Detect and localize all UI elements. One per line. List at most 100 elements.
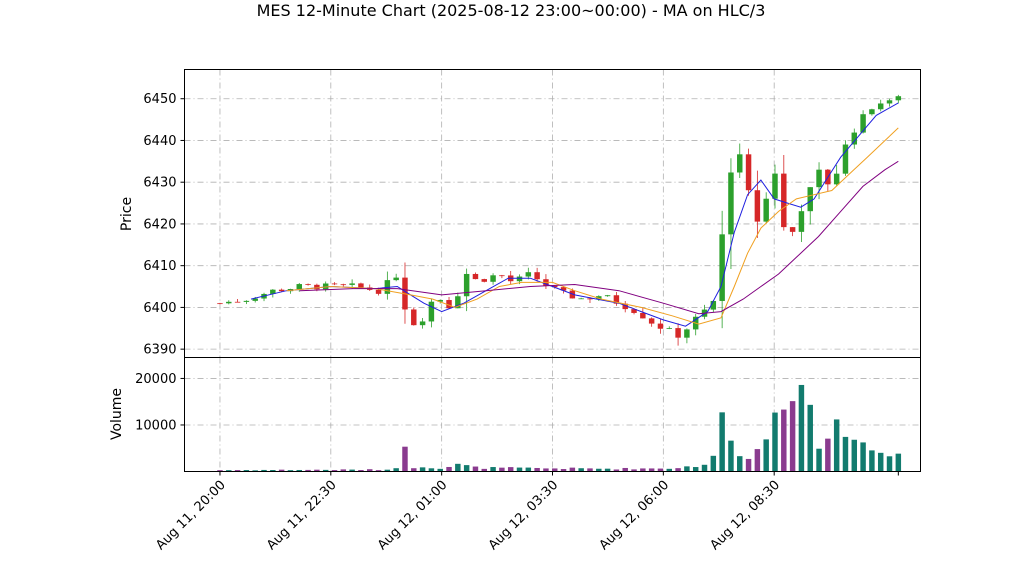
candle-body xyxy=(217,303,223,305)
candle-body xyxy=(895,96,902,101)
candle-body xyxy=(684,329,690,338)
candle-body xyxy=(728,172,734,235)
volume-bar xyxy=(860,442,866,472)
volume-bar xyxy=(816,448,822,472)
price-tick-label: 6450 xyxy=(143,92,176,107)
candle-body xyxy=(358,283,364,288)
volume-bar xyxy=(833,419,840,472)
volume-bar xyxy=(886,456,893,472)
candle-body xyxy=(331,283,338,285)
candle-body xyxy=(719,234,725,301)
volume-bar xyxy=(534,467,540,472)
candle-body xyxy=(754,190,761,222)
price-tick-label: 6440 xyxy=(143,134,176,149)
candle-body xyxy=(499,275,505,277)
volume-bar xyxy=(472,466,479,472)
volume-tick-label: 20000 xyxy=(135,372,176,387)
price-tick-label: 6420 xyxy=(143,217,176,232)
candle-body xyxy=(419,321,426,326)
candle-body xyxy=(877,103,884,110)
volume-bar xyxy=(455,463,461,472)
candle-body xyxy=(772,173,778,199)
volume-bar xyxy=(525,467,532,472)
volume-bar xyxy=(772,412,778,472)
candle-body xyxy=(481,279,487,282)
candle-body xyxy=(243,300,250,302)
candle-body xyxy=(226,301,232,304)
volume-bar xyxy=(842,436,849,472)
volume-axis-label: Volume xyxy=(109,388,125,440)
price-axis-label: Price xyxy=(119,197,135,231)
candle-body xyxy=(675,328,681,338)
x-tick-label: Aug 12, 08:30 xyxy=(707,478,783,554)
volume-bar xyxy=(419,467,426,472)
x-axis-ticks: Aug 11, 20:00 Aug 11, 22:30 Aug 12, 01:00 A… xyxy=(153,471,899,554)
volume-bar xyxy=(728,440,734,472)
volume-bar xyxy=(851,439,858,472)
volume-bar xyxy=(684,466,690,472)
candle-body xyxy=(314,284,320,290)
volume-bar xyxy=(877,452,884,472)
price-tick-label: 6430 xyxy=(143,176,176,191)
volume-bar xyxy=(516,467,523,472)
candle-body xyxy=(798,211,805,232)
x-tick-label: Aug 12, 06:00 xyxy=(597,478,673,554)
candle-body xyxy=(349,283,355,285)
volume-bars xyxy=(217,384,902,472)
volume-y-axis-ticks: 10000 20000 xyxy=(135,372,185,433)
volume-tick-label: 10000 xyxy=(135,418,176,433)
candle-body xyxy=(648,318,655,324)
candle-body xyxy=(789,227,796,232)
x-tick-label: Aug 12, 03:30 xyxy=(486,478,562,554)
volume-bar xyxy=(499,467,505,472)
candle-body xyxy=(860,114,866,133)
volume-bar xyxy=(789,401,796,472)
candle-body xyxy=(578,298,584,300)
volume-bar xyxy=(402,446,408,472)
volume-bar xyxy=(692,467,699,472)
candle-body xyxy=(428,301,435,322)
volume-bar xyxy=(737,456,743,472)
volume-bar xyxy=(825,438,831,472)
candle-body xyxy=(640,312,646,319)
candle-body xyxy=(516,276,523,282)
candle-body xyxy=(525,272,532,277)
chart-title: MES 12-Minute Chart (2025-08-12 23:00~00… xyxy=(257,1,766,20)
volume-bar xyxy=(781,409,787,472)
candle-body xyxy=(807,187,813,212)
price-tick-label: 6410 xyxy=(143,259,176,274)
candle-body xyxy=(234,301,241,303)
price-tick-label: 6390 xyxy=(143,343,176,358)
candle-body xyxy=(781,173,787,228)
volume-bar xyxy=(701,464,708,472)
candle-body xyxy=(869,109,875,115)
candle-body xyxy=(472,273,479,280)
x-tick-label: Aug 12, 01:00 xyxy=(375,478,451,554)
volume-bar xyxy=(895,453,902,472)
volume-bar xyxy=(569,467,576,472)
price-candles xyxy=(217,94,902,346)
volume-bar xyxy=(710,455,717,472)
volume-bar xyxy=(754,449,761,472)
volume-bar xyxy=(719,412,725,472)
candle-body xyxy=(816,169,822,188)
candle-body xyxy=(737,154,743,173)
x-tick-label: Aug 11, 20:00 xyxy=(153,478,229,554)
candle-body xyxy=(763,198,769,222)
volume-bar xyxy=(745,458,752,472)
candle-body xyxy=(534,272,540,280)
candle-body xyxy=(666,328,673,329)
volume-bar xyxy=(490,467,496,472)
candle-body xyxy=(604,295,611,297)
candle-body xyxy=(296,284,302,289)
volume-bar xyxy=(763,439,769,472)
candle-body xyxy=(340,284,347,286)
candle-body xyxy=(657,323,664,329)
candle-body xyxy=(375,289,382,294)
candlestick-chart: MES 12-Minute Chart (2025-08-12 23:00~00… xyxy=(109,1,921,554)
volume-bar xyxy=(463,465,470,472)
price-tick-label: 6400 xyxy=(143,301,176,316)
candle-body xyxy=(411,309,417,326)
volume-bar xyxy=(446,466,452,472)
volume-bar xyxy=(622,467,628,472)
